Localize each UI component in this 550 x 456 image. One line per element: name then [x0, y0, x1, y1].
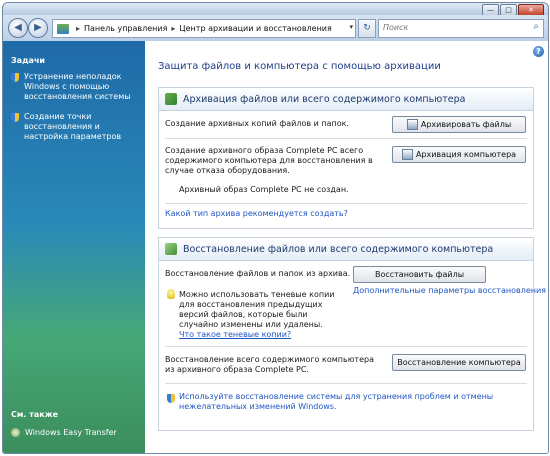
easy-transfer-icon [11, 428, 20, 437]
shield-icon [167, 394, 175, 403]
divider [165, 203, 527, 204]
backup-pc-text: Создание архивного образа Complete PC вс… [165, 146, 373, 175]
backup-files-button[interactable]: Архивировать файлы [392, 116, 526, 133]
backup-computer-button-label: Архивация компьютера [415, 150, 517, 159]
restore-files-button[interactable]: Восстановить файлы [353, 266, 486, 283]
task-label: Устранение неполадок Windows с помощью в… [24, 72, 131, 101]
help-icon[interactable]: ? [533, 46, 544, 57]
divider [165, 383, 527, 384]
backup-shield-icon [406, 119, 418, 130]
backup-section-title: Архивация файлов или всего содержимого к… [183, 93, 466, 105]
refresh-button[interactable]: ↻ [358, 19, 376, 38]
shadow-copy-tip: Можно использовать теневые копии для вос… [179, 290, 337, 340]
tasks-header: Задачи [11, 56, 46, 65]
restore-section: Восстановление файлов или всего содержим… [158, 237, 546, 431]
advanced-restore-link[interactable]: Дополнительные параметры восстановления [353, 286, 546, 296]
task-pane: Задачи Устранение неполадок Windows с по… [3, 41, 145, 453]
restore-computer-button-label: Восстановление компьютера [397, 358, 521, 367]
see-also-label: Windows Easy Transfer [25, 428, 117, 437]
restore-files-text: Восстановление файлов и папок из архива. [165, 269, 351, 278]
backup-section: Архивация файлов или всего содержимого к… [158, 87, 534, 229]
see-also-easy-transfer[interactable]: Windows Easy Transfer [11, 428, 117, 437]
shield-icon [11, 113, 19, 122]
back-button[interactable]: ◀ [8, 18, 28, 38]
back-arrow-icon: ◀ [14, 22, 22, 33]
backup-status-text: Архивный образ Complete PC не создан. [179, 185, 349, 194]
control-panel-icon [57, 23, 69, 34]
breadcrumb-control-panel[interactable]: Панель управления [84, 24, 167, 33]
shield-icon [11, 73, 19, 82]
divider [165, 346, 527, 347]
backup-files-text: Создание архивных копий файлов и папок. [165, 119, 349, 128]
page-title: Защита файлов и компьютера с помощью арх… [158, 61, 441, 72]
shadow-copy-tip-text: Можно использовать теневые копии для вос… [179, 290, 335, 329]
backup-restore-window: — □ ✕ ◀ ▶ ▸ Панель управления ▸ Центр ар… [2, 2, 549, 454]
title-bar[interactable]: — □ ✕ [3, 3, 548, 16]
see-also-header: См. также [11, 410, 59, 419]
task-label: Создание точки восстановления и настройк… [24, 112, 122, 141]
restore-section-header: Восстановление файлов или всего содержим… [159, 238, 533, 261]
task-system-restore[interactable]: Устранение неполадок Windows с помощью в… [11, 72, 141, 102]
search-box[interactable]: ⌕ [378, 19, 544, 38]
address-bar[interactable]: ▸ Панель управления ▸ Центр архивации и … [52, 19, 356, 38]
navigation-bar: ◀ ▶ ▸ Панель управления ▸ Центр архиваци… [3, 15, 548, 41]
breadcrumb-arrow-icon: ▸ [171, 24, 176, 33]
address-dropdown-icon[interactable]: ▾ [349, 23, 353, 31]
system-restore-link[interactable]: Используйте восстановление системы для у… [179, 392, 527, 412]
forward-button[interactable]: ▶ [28, 18, 48, 38]
backup-computer-button[interactable]: Архивация компьютера [392, 146, 526, 163]
restore-pc-text: Восстановление всего содержимого компьют… [165, 355, 374, 374]
backup-icon [165, 93, 177, 105]
forward-arrow-icon: ▶ [34, 22, 42, 33]
breadcrumb-arrow-icon: ▸ [76, 24, 81, 33]
main-content: ? Защита файлов и компьютера с помощью а… [145, 41, 548, 453]
divider [165, 138, 527, 139]
search-icon[interactable]: ⌕ [533, 21, 539, 32]
task-create-restore-point[interactable]: Создание точки восстановления и настройк… [11, 112, 141, 142]
restore-icon [165, 243, 177, 255]
restore-computer-button[interactable]: Восстановление компьютера [392, 354, 526, 371]
backup-shield-icon [401, 149, 413, 160]
search-input[interactable] [379, 20, 523, 35]
lightbulb-icon [167, 289, 175, 299]
backup-files-button-label: Архивировать файлы [420, 120, 512, 129]
breadcrumb-backup-center[interactable]: Центр архивации и восстановления [179, 24, 331, 33]
shadow-copy-link[interactable]: Что такое теневые копии? [179, 330, 291, 339]
backup-section-header: Архивация файлов или всего содержимого к… [159, 88, 533, 111]
restore-files-button-label: Восстановить файлы [374, 270, 465, 279]
restore-section-title: Восстановление файлов или всего содержим… [183, 243, 494, 255]
tip-icon-wrap [167, 289, 177, 299]
refresh-icon: ↻ [363, 23, 371, 33]
system-restore-icon-wrap [167, 394, 177, 403]
backup-type-link[interactable]: Какой тип архива рекомендуется создать? [165, 209, 465, 219]
